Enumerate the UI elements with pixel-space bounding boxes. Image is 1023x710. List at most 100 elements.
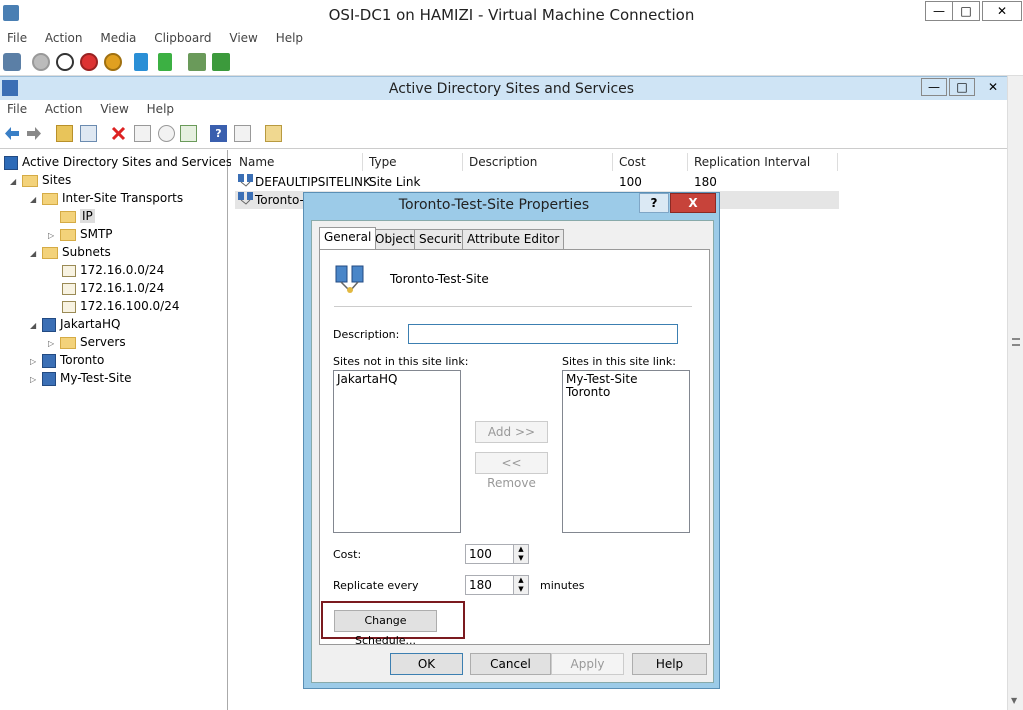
ok-button[interactable]: OK <box>390 653 463 675</box>
mmc-menu-file[interactable]: File <box>0 100 34 118</box>
tab-general[interactable]: General <box>319 227 377 249</box>
resume-icon[interactable] <box>158 53 172 71</box>
column-header-replication-interval[interactable]: Replication Interval <box>688 153 838 171</box>
subnet-icon <box>62 264 76 277</box>
folder-icon <box>60 228 76 241</box>
vm-menu-help[interactable]: Help <box>269 29 310 47</box>
tab-object[interactable]: Object <box>370 229 420 249</box>
vm-maximize-button[interactable]: □ <box>952 1 980 21</box>
tree-ip[interactable]: IP <box>60 207 95 225</box>
column-header-cost[interactable]: Cost <box>613 153 688 171</box>
vertical-scrollbar[interactable]: ▼ <box>1007 76 1023 710</box>
pause-icon[interactable] <box>134 53 148 71</box>
list-item[interactable]: DEFAULTIPSITELINK Site Link 100 180 <box>235 173 839 191</box>
tree-jakartahq[interactable]: ◢ JakartaHQ <box>30 315 120 333</box>
subnet-icon <box>62 282 76 295</box>
tree-my-test-site[interactable]: ▷ My-Test-Site <box>30 369 131 387</box>
vm-menu-media[interactable]: Media <box>93 29 143 47</box>
tab-attribute-editor[interactable]: Attribute Editor <box>462 229 565 249</box>
site-icon <box>42 317 56 332</box>
tree-root[interactable]: Active Directory Sites and Services [LO <box>4 153 256 171</box>
ctrl-alt-del-icon[interactable] <box>3 53 21 71</box>
mmc-menu-action[interactable]: Action <box>38 100 90 118</box>
site-icon <box>42 353 56 368</box>
list-item[interactable]: Toronto <box>566 386 686 399</box>
help-button[interactable]: Help <box>632 653 707 675</box>
properties-icon[interactable] <box>134 125 151 142</box>
up-folder-icon[interactable] <box>56 125 73 142</box>
mmc-menu-view[interactable]: View <box>93 100 135 118</box>
spin-down-icon[interactable]: ▼ <box>513 554 528 563</box>
start-icon[interactable] <box>32 53 50 71</box>
vm-close-button[interactable]: ✕ <box>982 1 1022 21</box>
delete-icon[interactable] <box>110 125 127 142</box>
show-hide-tree-icon[interactable] <box>80 125 97 142</box>
tree-sites[interactable]: ◢ Sites <box>10 171 71 189</box>
help-icon[interactable]: ? <box>210 125 227 142</box>
general-tab-panel: Toronto-Test-Site Description: Sites not… <box>319 249 710 647</box>
separator <box>334 306 692 307</box>
apply-button[interactable]: Apply <box>551 653 624 675</box>
spin-down-icon[interactable]: ▼ <box>513 585 528 594</box>
tree-subnet-item[interactable]: 172.16.1.0/24 <box>62 279 164 297</box>
vm-menu-file[interactable]: File <box>0 29 34 47</box>
turn-off-icon[interactable] <box>56 53 74 71</box>
vm-menu-view[interactable]: View <box>222 29 264 47</box>
mmc-restore-button[interactable]: □ <box>949 78 975 96</box>
checkpoint-icon[interactable] <box>188 53 206 71</box>
collapse-icon[interactable]: ◢ <box>10 173 22 191</box>
folder-icon <box>42 246 58 259</box>
dialog-title: Toronto-Test-Site Properties <box>398 197 590 213</box>
save-state-icon[interactable] <box>104 53 122 71</box>
mmc-toolbar: ? <box>0 120 1023 149</box>
tree-inter-site-transports[interactable]: ◢ Inter-Site Transports <box>30 189 183 207</box>
column-header-description[interactable]: Description <box>463 153 613 171</box>
tree-subnet-item[interactable]: 172.16.100.0/24 <box>62 297 179 315</box>
sites-not-in-list[interactable]: JakartaHQ <box>333 370 461 533</box>
cancel-button[interactable]: Cancel <box>470 653 551 675</box>
vm-menu-clipboard[interactable]: Clipboard <box>147 29 218 47</box>
tree-subnet-item[interactable]: 172.16.0.0/24 <box>62 261 164 279</box>
dialog-close-button[interactable]: X <box>670 193 716 213</box>
action-pane-icon[interactable] <box>234 125 251 142</box>
cost-spinner[interactable]: 100 ▲ ▼ <box>465 544 529 564</box>
replicate-spinner[interactable]: 180 ▲ ▼ <box>465 575 529 595</box>
spin-up-icon[interactable]: ▲ <box>513 576 528 585</box>
sites-in-list[interactable]: My-Test-Site Toronto <box>562 370 690 533</box>
collapse-icon[interactable]: ◢ <box>30 317 42 335</box>
list-item[interactable]: JakartaHQ <box>337 373 457 386</box>
collapse-icon[interactable]: ◢ <box>30 245 42 263</box>
back-arrow-icon[interactable] <box>4 125 21 142</box>
mmc-minimize-button[interactable]: — <box>921 78 947 96</box>
object-name: Toronto-Test-Site <box>390 272 489 286</box>
refresh-icon[interactable] <box>158 125 175 142</box>
column-header-type[interactable]: Type <box>363 153 463 171</box>
site-link-large-icon <box>334 264 368 294</box>
tree-servers[interactable]: ▷ Servers <box>48 333 126 351</box>
tree-toronto[interactable]: ▷ Toronto <box>30 351 104 369</box>
remove-button[interactable]: << Remove <box>475 452 548 490</box>
description-input[interactable] <box>408 324 678 344</box>
change-schedule-button[interactable]: Change Schedule... <box>334 610 437 647</box>
tree-subnets[interactable]: ◢ Subnets <box>30 243 111 261</box>
find-icon[interactable] <box>265 125 282 142</box>
vm-minimize-button[interactable]: — <box>925 1 953 21</box>
collapse-icon[interactable]: ◢ <box>30 191 42 209</box>
export-list-icon[interactable] <box>180 125 197 142</box>
revert-icon[interactable] <box>212 53 230 71</box>
scroll-down-icon[interactable]: ▼ <box>1011 696 1017 705</box>
folder-icon <box>60 336 76 349</box>
dialog-help-button[interactable]: ? <box>639 193 669 213</box>
scrollbar-grip-icon[interactable] <box>1012 338 1020 346</box>
mmc-menu-help[interactable]: Help <box>140 100 181 118</box>
mmc-close-button[interactable]: ✕ <box>980 78 1006 96</box>
add-button[interactable]: Add >> <box>475 421 548 443</box>
forward-arrow-icon[interactable] <box>25 125 42 142</box>
column-header-name[interactable]: Name <box>233 153 363 171</box>
spin-up-icon[interactable]: ▲ <box>513 545 528 554</box>
dialog-body: General Object Security Attribute Editor… <box>311 220 714 683</box>
expand-icon[interactable]: ▷ <box>30 371 42 389</box>
tree-smtp[interactable]: ▷ SMTP <box>48 225 113 243</box>
vm-menu-action[interactable]: Action <box>38 29 90 47</box>
shutdown-icon[interactable] <box>80 53 98 71</box>
